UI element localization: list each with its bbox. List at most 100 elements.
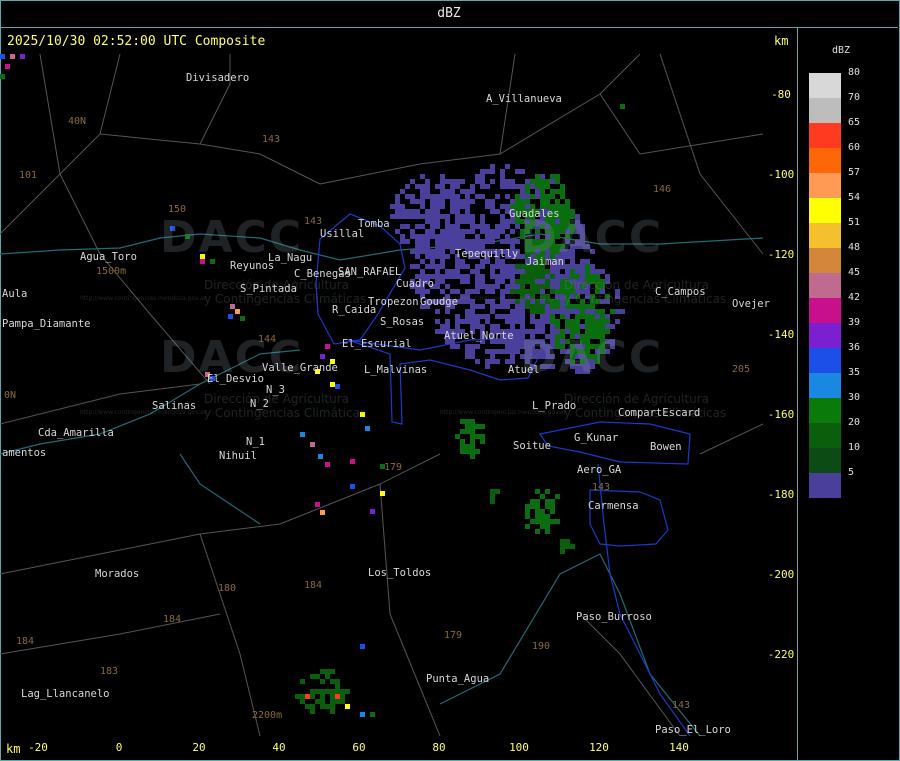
radar-echo-cell <box>570 269 575 274</box>
radar-echo-cell <box>415 199 420 204</box>
radar-echo-cell <box>590 269 595 274</box>
radar-echo-cell <box>440 174 445 179</box>
x-tick-label: 0 <box>115 741 123 754</box>
radar-echo-cell <box>540 284 545 289</box>
radar-echo-cell <box>420 214 425 219</box>
radar-echo-cell <box>335 679 340 684</box>
radar-echo-cell <box>435 204 440 209</box>
radar-echo-cell <box>340 689 345 694</box>
radar-echo-cell <box>540 269 545 274</box>
radar-echo-cell <box>585 324 590 329</box>
radar-echo-cell <box>460 214 465 219</box>
radar-echo-cell <box>540 199 545 204</box>
radar-echo-cell <box>505 179 510 184</box>
place-label: Guadales <box>509 208 560 220</box>
radar-echo-cell <box>435 269 440 274</box>
radar-echo-cell <box>325 674 330 679</box>
radar-echo-cell <box>440 179 445 184</box>
route-label: 184 <box>304 580 323 591</box>
place-label: L_Prado <box>532 400 577 412</box>
radar-echo-cell <box>550 189 555 194</box>
radar-echo-cell <box>440 259 445 264</box>
radar-echo-cell <box>530 284 535 289</box>
radar-echo-cell <box>395 214 400 219</box>
radar-echo-cell <box>395 204 400 209</box>
radar-echo-cell <box>500 269 505 274</box>
radar-echo-cell <box>510 354 515 359</box>
place-label: Goudge <box>420 296 458 308</box>
radar-echo-cell <box>495 314 500 319</box>
radar-echo-cell <box>595 314 600 319</box>
radar-echo-cell <box>465 319 470 324</box>
route-label: 205 <box>732 364 751 375</box>
radar-echo-cell <box>435 329 440 334</box>
radar-echo-cell <box>490 264 495 269</box>
radar-echo-cell <box>465 229 470 234</box>
route-label: 143 <box>672 700 691 711</box>
radar-echo-cell <box>430 204 435 209</box>
radar-echo-cell <box>420 174 425 179</box>
radar-echo-cell <box>540 324 545 329</box>
radar-echo-cell <box>545 519 550 524</box>
place-label: Soitue <box>513 440 551 452</box>
radar-echo-cell <box>470 349 475 354</box>
radar-echo-cell <box>510 274 515 279</box>
radar-echo-cell <box>530 269 535 274</box>
radar-echo-cell <box>540 314 545 319</box>
radar-echo-cell <box>470 229 475 234</box>
radar-echo-cell <box>545 184 550 189</box>
radar-echo-cell <box>445 319 450 324</box>
radar-echo-cell <box>340 694 345 699</box>
radar-echo-cell <box>515 269 520 274</box>
radar-echo-cell <box>415 239 420 244</box>
radar-echo-cell <box>505 194 510 199</box>
radar-echo-cell <box>485 169 490 174</box>
radar-echo-cell <box>585 264 590 269</box>
radar-echo-cell <box>610 324 615 329</box>
radar-echo-cell <box>480 229 485 234</box>
radar-echo-cell <box>525 269 530 274</box>
radar-echo-cell <box>465 424 470 429</box>
radar-echo-cell <box>405 209 410 214</box>
radar-echo-cell <box>470 324 475 329</box>
radar-echo-cell <box>435 309 440 314</box>
radar-echo-cell <box>330 689 335 694</box>
radar-echo-cell <box>350 484 355 489</box>
radar-echo-cell <box>425 189 430 194</box>
radar-echo-cell <box>480 214 485 219</box>
place-label: C_Campos <box>655 286 706 298</box>
radar-echo-cell <box>580 264 585 269</box>
radar-echo-cell <box>425 234 430 239</box>
legend-swatch <box>809 423 841 448</box>
radar-echo-cell <box>440 194 445 199</box>
radar-echo-cell <box>410 234 415 239</box>
legend-label: 10 <box>848 442 861 453</box>
radar-echo-cell <box>525 184 530 189</box>
legend-label: 60 <box>848 142 861 153</box>
place-label: S_Rosas <box>380 316 425 328</box>
radar-echo-cell <box>555 274 560 279</box>
product-title: dBZ <box>437 6 461 21</box>
y-tick-label: -140 <box>767 328 795 341</box>
legend-swatch <box>809 348 841 373</box>
radar-echo-cell <box>515 309 520 314</box>
radar-echo-cell <box>440 214 445 219</box>
radar-echo-cell <box>470 344 475 349</box>
radar-echo-cell <box>455 344 460 349</box>
radar-echo-cell <box>575 264 580 269</box>
radar-echo-cell <box>325 689 330 694</box>
radar-echo-cell <box>300 679 305 684</box>
radar-echo-cell <box>430 234 435 239</box>
radar-echo-cell <box>420 194 425 199</box>
legend-swatch <box>809 223 841 248</box>
radar-echo-cell <box>555 279 560 284</box>
legend-swatch <box>809 148 841 173</box>
radar-echo-cell <box>470 219 475 224</box>
route-label: 143 <box>304 216 323 227</box>
boundary-line <box>699 423 763 455</box>
radar-echo-cell <box>505 284 510 289</box>
radar-echo-cell <box>590 319 595 324</box>
y-tick-label: -160 <box>767 408 795 421</box>
radar-echo-cell <box>580 309 585 314</box>
place-label: Jaiman <box>526 256 564 268</box>
